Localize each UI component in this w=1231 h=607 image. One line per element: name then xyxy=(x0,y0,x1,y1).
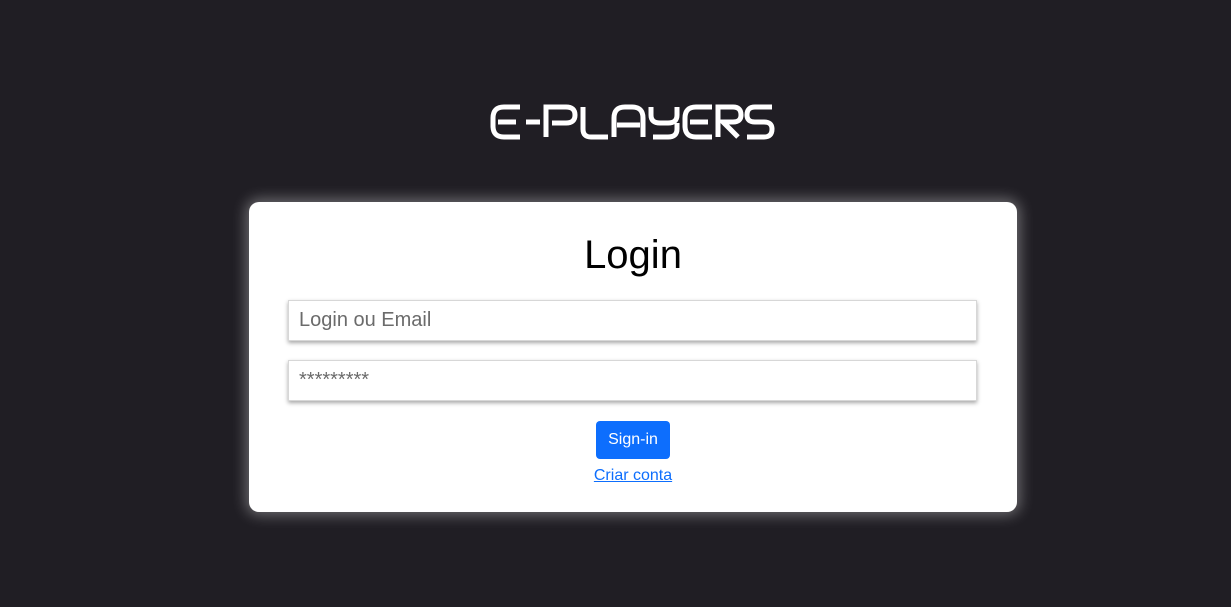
login-email-input[interactable] xyxy=(288,300,977,341)
brand-logo xyxy=(490,104,775,140)
create-account-row: Criar conta xyxy=(249,466,1017,486)
login-title: Login xyxy=(584,233,682,277)
password-input[interactable] xyxy=(288,360,977,401)
login-card: Login Sign-in Criar conta xyxy=(249,202,1017,512)
signin-button[interactable]: Sign-in xyxy=(596,421,670,459)
create-account-link[interactable]: Criar conta xyxy=(594,467,672,484)
login-page: Login Sign-in Criar conta xyxy=(0,0,1231,607)
